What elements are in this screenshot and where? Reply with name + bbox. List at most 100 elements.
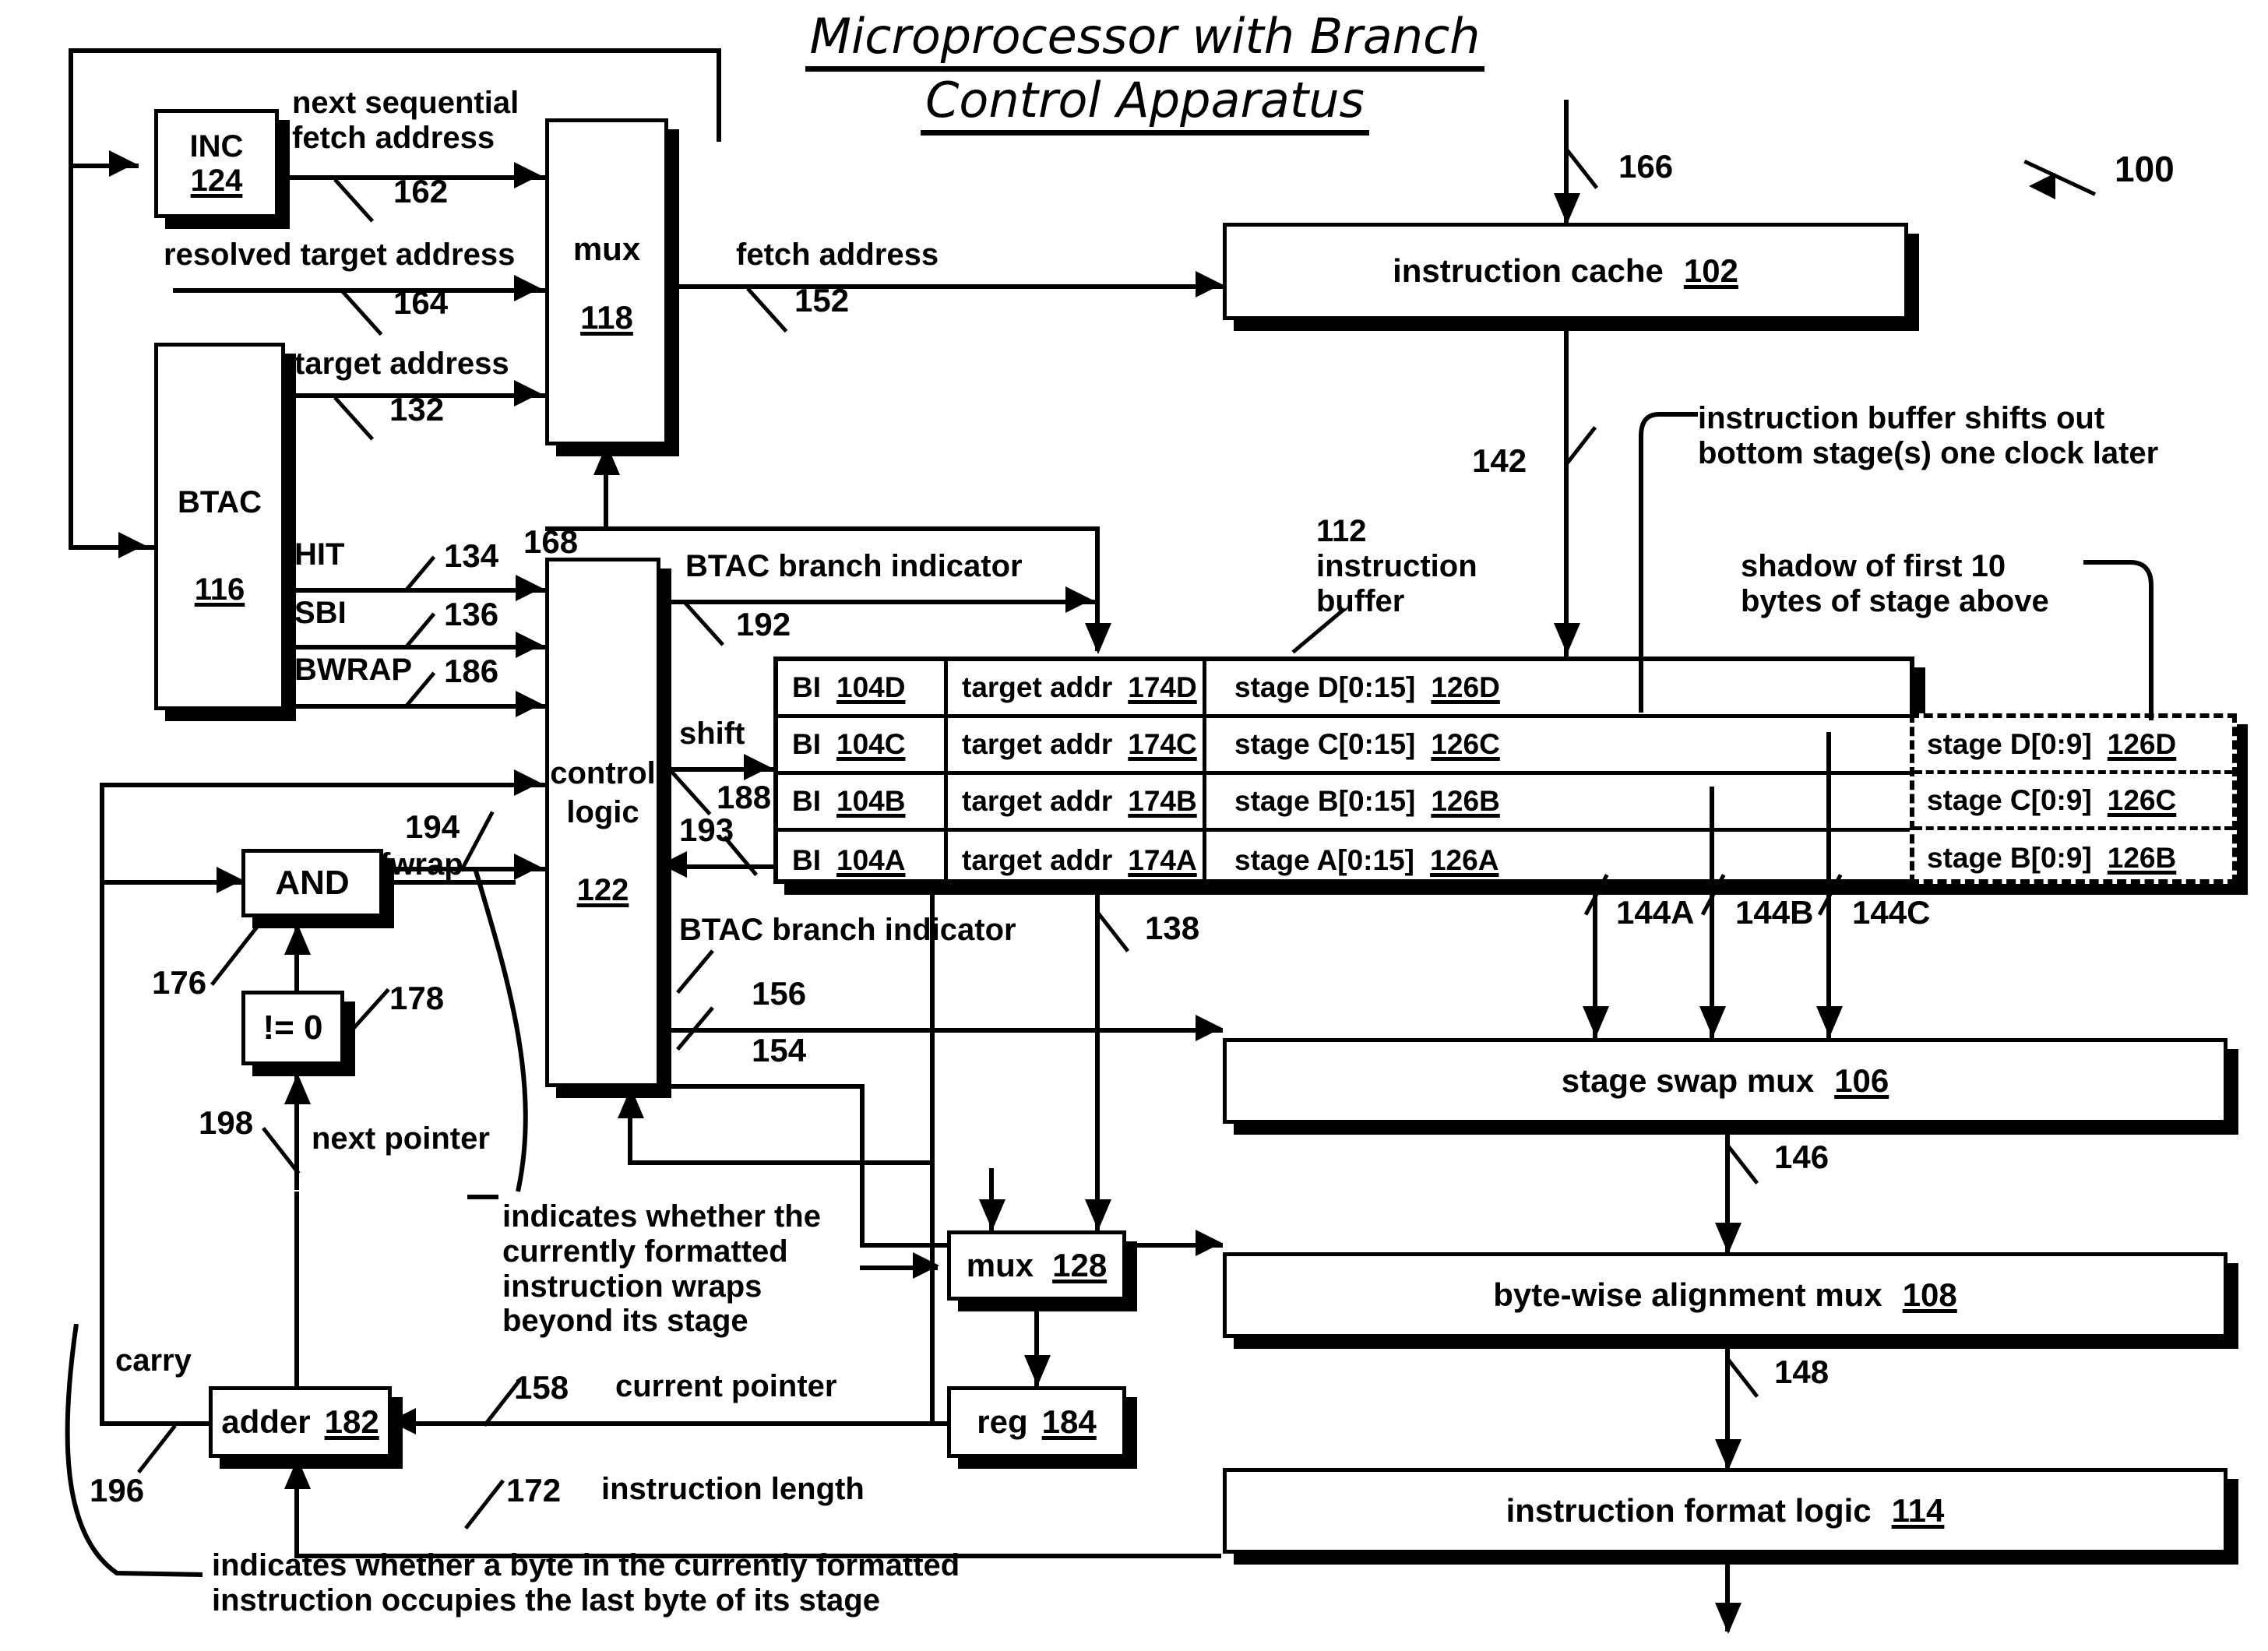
ref-168: 168: [523, 523, 579, 560]
wire-138: [1095, 884, 1100, 1230]
wire-136: [285, 645, 547, 649]
wire-142: [1564, 331, 1569, 658]
ref-156-leader: [676, 949, 714, 994]
wire-156-arrowhead: [1196, 1015, 1222, 1041]
ref-142: 142: [1472, 442, 1527, 479]
shadow-stage-ref: 126C: [2107, 783, 2177, 816]
reg-feedback-horizontal: [628, 1160, 932, 1165]
stage-swap-mux-label: stage swap mux: [1561, 1061, 1815, 1099]
last-byte-annotation: indicates whether a byte in the currentl…: [212, 1548, 960, 1618]
instruction-buffer-table: BI 104D target addr 174D stage D[0:15] 126D…: [773, 657, 1914, 889]
ref-172: 172: [506, 1472, 562, 1508]
btac-input-wire: [69, 545, 162, 550]
wire-192-arrowhead: [1065, 586, 1092, 613]
buffer-cell-stage: stage D[0:15] 126D: [1206, 661, 1910, 714]
table-row: BI 104A target addr 174A stage A[0:15] 126A: [778, 832, 1910, 889]
wire-146-arrowhead: [1715, 1223, 1742, 1254]
wire-144b-arrowhead: [1699, 1006, 1726, 1037]
instruction-format-logic-ref: 114: [1891, 1491, 1945, 1529]
shift-out-leader: [1639, 412, 1698, 713]
ref-198: 198: [199, 1104, 254, 1141]
inc-ref: 124: [190, 164, 243, 198]
shadow-stage-label: stage D[0:9]: [1927, 727, 2092, 760]
reg184-block: reg 184: [947, 1386, 1126, 1458]
stage-label: stage A[0:15]: [1234, 843, 1414, 876]
ref-156: 156: [752, 975, 807, 1012]
feedback-bus-top: [69, 48, 721, 53]
wire-186-arrowhead: [516, 691, 542, 717]
ref-144a: 144A: [1616, 894, 1695, 931]
instruction-cache-block: instruction cache 102: [1223, 223, 1908, 320]
adder-label: adder: [221, 1403, 311, 1440]
instruction-format-logic-block: instruction format logic 114: [1223, 1468, 2228, 1554]
stage-ref: 126A: [1429, 843, 1499, 876]
wraps-annotation: indicates whether the currently formatte…: [502, 1199, 821, 1339]
ref-136-leader: [403, 612, 436, 650]
buffer-cell-target-addr: target addr 174D: [948, 661, 1206, 714]
wire-158-arrowhead: [389, 1408, 416, 1435]
ref-166-leader: [1565, 148, 1599, 189]
ref-193-leader: [723, 835, 759, 877]
instruction-format-logic-label: instruction format logic: [1506, 1491, 1872, 1529]
buffer-cell-stage: stage B[0:15] 126B: [1206, 775, 1910, 828]
neq-zero-block: != 0: [241, 991, 344, 1065]
ref-100-arrowhead: [2029, 173, 2055, 199]
wire-156: [660, 1028, 1223, 1033]
ref-194-leader: [459, 811, 495, 872]
neq-zero-input-arrowhead: [284, 1073, 311, 1104]
ref-193: 193: [679, 811, 734, 848]
and-second-input-arrowhead: [284, 924, 311, 955]
instruction-length-arrowhead: [284, 1458, 311, 1489]
feedback-bus-vertical: [69, 48, 73, 547]
ref-144c: 144C: [1852, 894, 1931, 931]
wire-152-arrowhead: [1196, 271, 1222, 297]
buffer-cell-bi: BI 104C: [778, 718, 948, 771]
target-addr-ref: 174A: [1128, 843, 1197, 876]
ref-158: 158: [514, 1369, 569, 1406]
wire-144c: [1826, 732, 1831, 1040]
ref-172-leader: [464, 1479, 505, 1530]
stage-ref: 126B: [1431, 785, 1500, 817]
wire-154-seg1: [660, 1084, 865, 1089]
wire-158: [389, 1421, 1005, 1426]
and-output-wire: [383, 880, 516, 885]
shadow-buffer-table: stage D[0:9] 126D stage C[0:9] 126C stage …: [1910, 713, 2237, 884]
wire-168-horizontal: [545, 526, 1100, 531]
mux118-ref: 118: [580, 299, 633, 336]
bwrap-label: BWRAP: [294, 653, 413, 687]
ref-138-leader: [1097, 911, 1130, 952]
shadow-row: stage C[0:9] 126C: [1914, 774, 2232, 830]
target-addr-ref: 174D: [1128, 671, 1197, 703]
format-logic-output-arrowhead: [1715, 1603, 1742, 1634]
shadow-row: stage B[0:9] 126B: [1914, 830, 2232, 886]
mux128-ref: 128: [1052, 1246, 1108, 1283]
wire-138-arrowhead: [1085, 1199, 1111, 1230]
buffer-cell-bi: BI 104B: [778, 775, 948, 828]
ref-188-leader: [670, 769, 712, 816]
figure-title-line1: Microprocessor with Branch: [805, 8, 1485, 72]
shadow-stage-label: stage B[0:9]: [1927, 842, 2092, 874]
shift-label: shift: [679, 716, 745, 751]
control-logic-input-upper-arrowhead: [514, 769, 541, 796]
btac-branch-indicator-bottom-label: BTAC branch indicator: [679, 913, 1016, 947]
and-gate-block: AND: [241, 849, 383, 917]
ref-132: 132: [389, 391, 445, 428]
wire-154-arrowhead: [1196, 1230, 1222, 1256]
ref-166: 166: [1618, 148, 1674, 185]
table-row: BI 104B target addr 174B stage B[0:15] 126B: [778, 775, 1910, 832]
ref-148: 148: [1774, 1354, 1830, 1390]
alignment-mux-label: byte-wise alignment mux: [1493, 1276, 1882, 1313]
figure-title: Microprocessor with Branch Control Appar…: [794, 8, 1495, 136]
shadow-stage-ref: 126D: [2107, 727, 2177, 760]
ref-142-leader: [1564, 426, 1597, 467]
shadow-leader: [2083, 560, 2154, 720]
table-row: BI 104D target addr 174D stage D[0:15] 126D: [778, 661, 1910, 718]
buffer-cell-bi: BI 104A: [778, 832, 948, 889]
ref-176: 176: [152, 964, 207, 1001]
buffer-cell-target-addr: target addr 174B: [948, 775, 1206, 828]
bi-ref: 104D: [836, 671, 906, 703]
wire-154-riser: [860, 1084, 865, 1248]
shift-out-annotation: instruction buffer shifts out bottom sta…: [1698, 401, 2159, 470]
bi-label: BI: [792, 785, 821, 817]
alignment-mux-ref: 108: [1902, 1276, 1957, 1313]
